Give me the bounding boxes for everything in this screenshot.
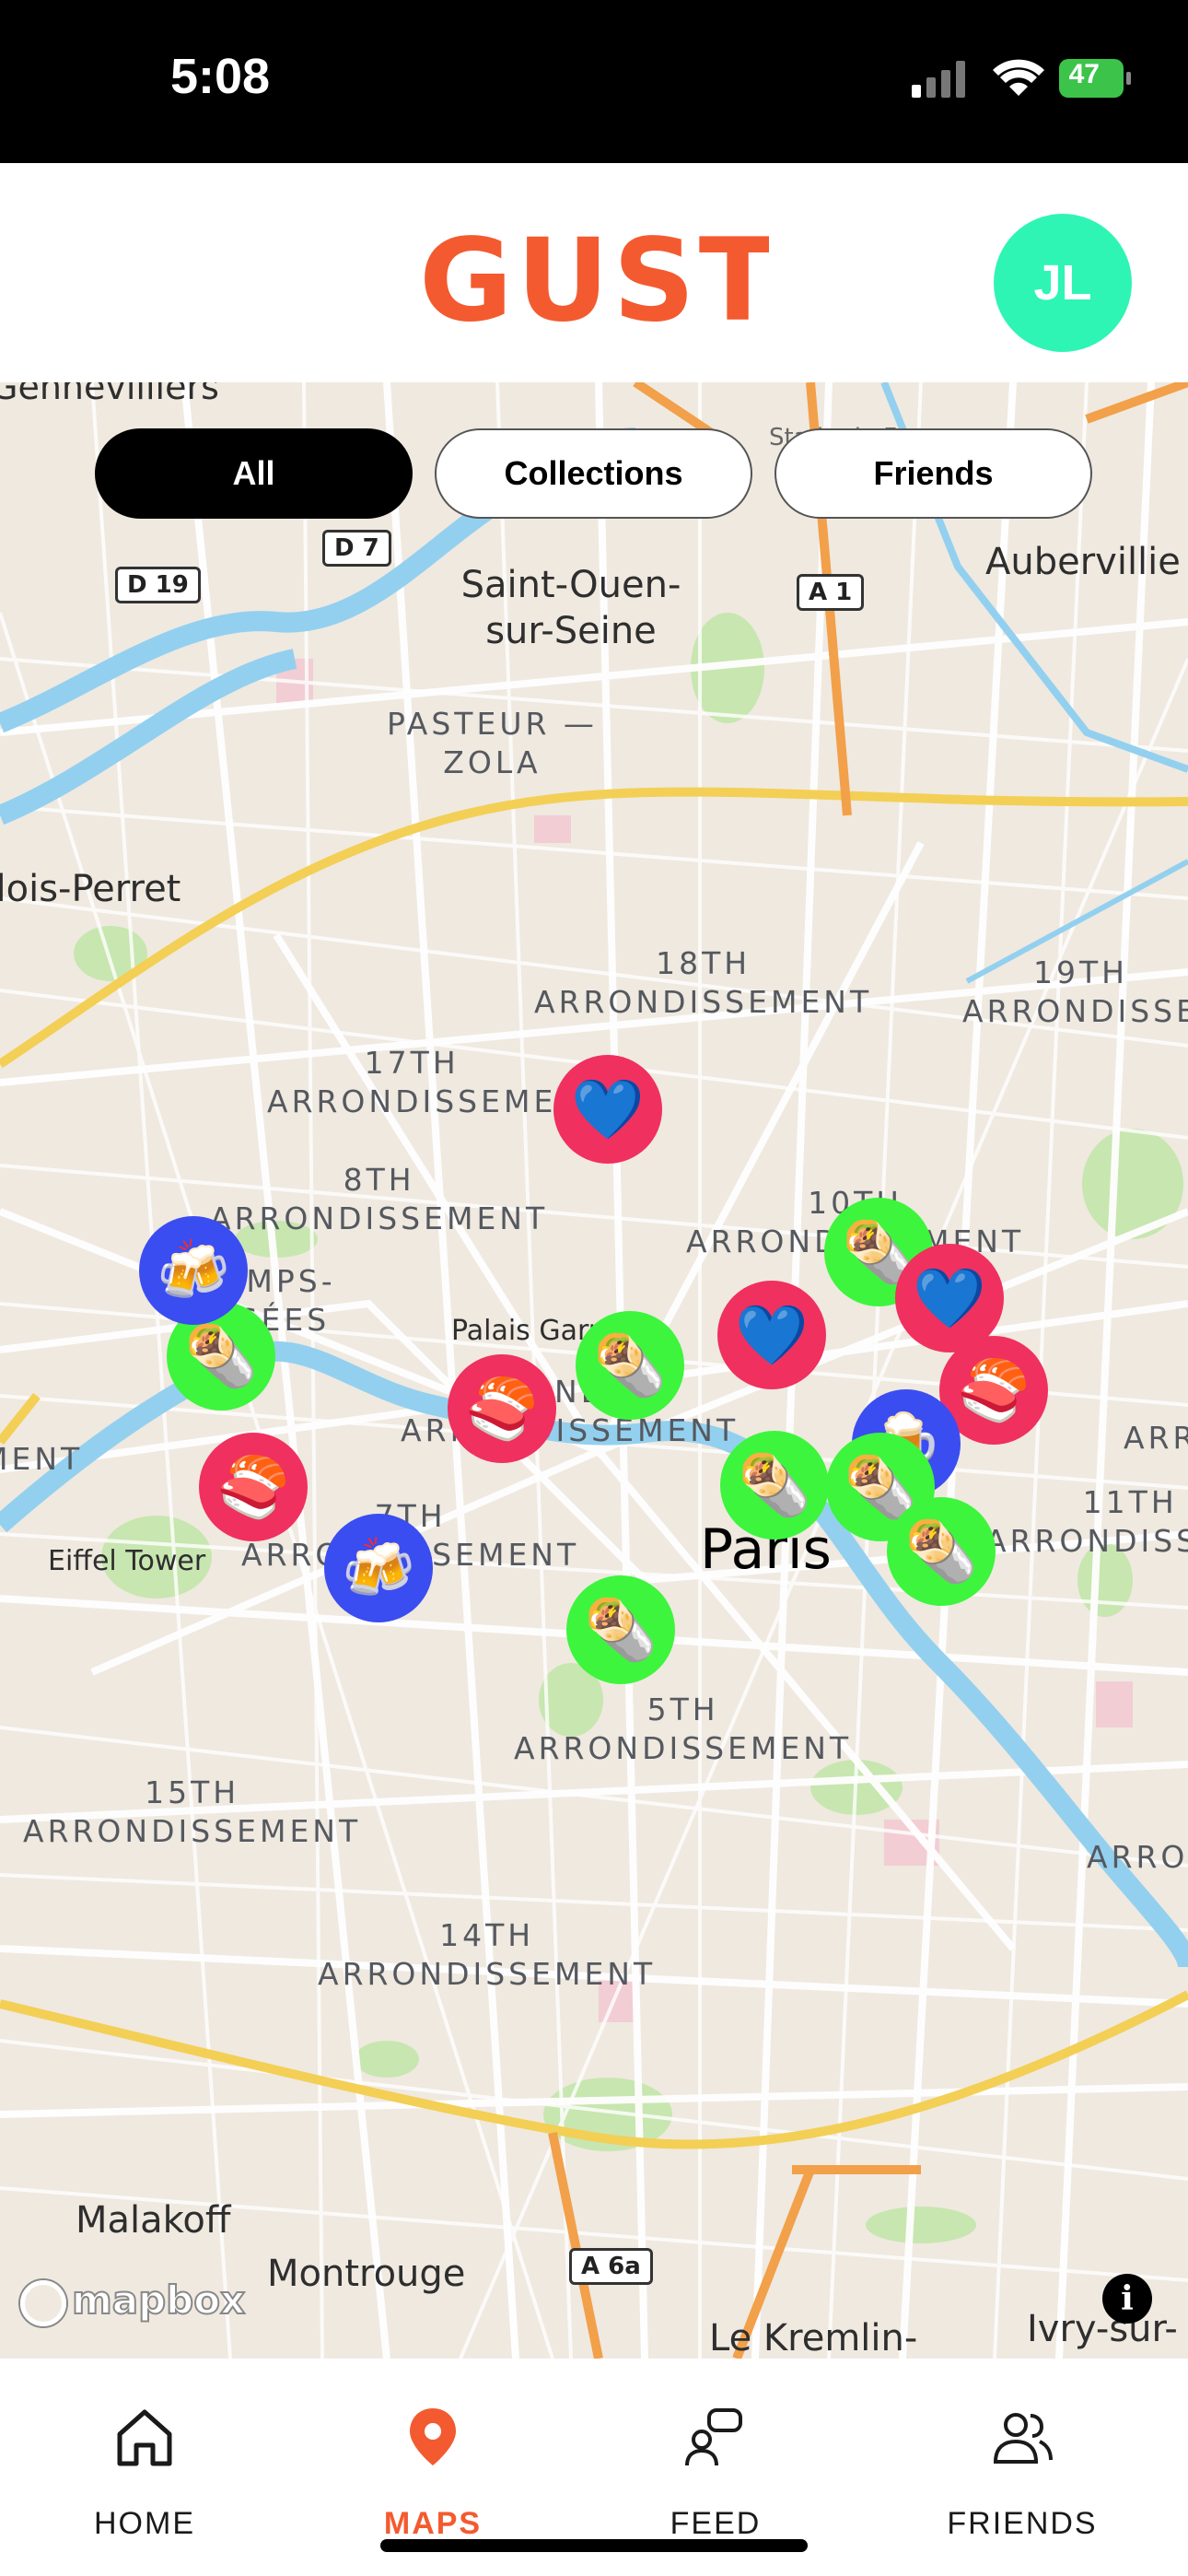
svg-text:GUSTO: GUSTO [419, 218, 769, 338]
mapbox-logo-icon [20, 2279, 66, 2326]
nav-friends-label: FRIENDS [947, 2506, 1098, 2541]
label-le-kremlin: Le Kremlin- [709, 2317, 918, 2359]
battery-level: 47 [1068, 59, 1100, 89]
label-14th: 14TH ARRONDISSEMENT [318, 1917, 657, 1992]
label-levallois-perret: Levallois-Perret [0, 868, 181, 910]
label-15th: 15TH ARRONDISSEMENT [23, 1774, 362, 1849]
user-avatar[interactable]: JL [994, 214, 1132, 352]
label-8th: 8TH ARRONDISSEMENT [210, 1162, 549, 1236]
filter-collections[interactable]: Collections [435, 428, 752, 519]
status-bar: 5:08 47 [0, 0, 1188, 163]
home-indicator[interactable] [380, 2539, 808, 2552]
nav-home-label: HOME [94, 2506, 195, 2541]
map-pin-beer[interactable]: 🍻 [324, 1514, 433, 1622]
map-view[interactable]: D 19 D 7 A 1 A 6a Gennevilliers Stade de… [0, 382, 1188, 2359]
mapbox-attribution[interactable]: mapbox [20, 2277, 246, 2326]
label-saint-ouen: Saint-Ouen-sur-Seine [460, 564, 681, 652]
label-gennevilliers: Gennevilliers [0, 382, 219, 407]
app-header: GUSTO JL [0, 163, 1188, 382]
filter-all[interactable]: All [95, 428, 413, 519]
road-badge-a1: A 1 [797, 574, 865, 611]
label-11th: 11THARRONDISSEME [985, 1484, 1188, 1559]
label-arr-right: ARR [1124, 1420, 1188, 1456]
map-pin-icon [410, 2408, 456, 2465]
label-19th: 19TH ARRONDISSE [962, 954, 1188, 1029]
home-icon [117, 2409, 172, 2466]
status-icons [912, 59, 1131, 98]
nav-maps[interactable]: MAPS [322, 2359, 543, 2543]
label-montrouge: Montrouge [267, 2253, 466, 2295]
cellular-signal-icon [912, 61, 965, 98]
label-17th: 17TH ARRONDISSEME [267, 1045, 557, 1119]
nav-feed-label: FEED [670, 2506, 762, 2541]
map-pin-heart[interactable]: 💙 [717, 1281, 826, 1389]
label-malakoff: Malakoff [76, 2199, 231, 2242]
friends-icon [993, 2413, 1053, 2464]
filter-friends[interactable]: Friends [775, 428, 1092, 519]
map-pin-burrito[interactable]: 🌯 [720, 1431, 829, 1540]
label-aubervilliers: Aubervillie [985, 541, 1181, 583]
label-eiffel-tower: Eiffel Tower [48, 1545, 206, 1577]
map-info-icon[interactable]: i [1102, 2274, 1152, 2324]
map-pin-burrito[interactable]: 🌯 [887, 1497, 996, 1606]
label-18th: 18TH ARRONDISSEMENT [534, 945, 873, 1020]
map-pin-sushi[interactable]: 🍣 [199, 1433, 308, 1541]
nav-maps-label: MAPS [383, 2506, 483, 2541]
map-pin-beer[interactable]: 🍻 [139, 1216, 248, 1325]
filter-tabs: All Collections Friends [95, 428, 1094, 522]
road-badge-d19: D 19 [115, 567, 201, 603]
feed-icon [685, 2408, 742, 2466]
label-5th: 5TH ARRONDISSEMENT [514, 1692, 853, 1766]
map-pin-heart[interactable]: 💙 [553, 1055, 662, 1164]
label-ivry: Ivry-sur- [1027, 2308, 1178, 2350]
map-pin-sushi[interactable]: 🍣 [448, 1354, 556, 1463]
wifi-icon [993, 59, 1044, 96]
map-pin-burrito[interactable]: 🌯 [576, 1311, 684, 1420]
map-pin-burrito[interactable]: 🌯 [566, 1575, 675, 1684]
status-time: 5:08 [170, 49, 271, 104]
road-badge-a6a: A 6a [569, 2248, 653, 2285]
nav-feed[interactable]: FEED [605, 2359, 826, 2543]
label-ment-left: MENT [0, 1441, 84, 1477]
nav-home[interactable]: HOME [34, 2359, 255, 2543]
avatar-initials: JL [1033, 255, 1092, 310]
label-arro-right: ARRO [1087, 1839, 1188, 1875]
gusto-logo: GUSTO [419, 215, 878, 347]
label-pasteur-zola: PASTEUR — ZOLA [387, 706, 598, 780]
road-badge-d7: D 7 [322, 530, 391, 567]
nav-friends[interactable]: FRIENDS [912, 2359, 1133, 2543]
